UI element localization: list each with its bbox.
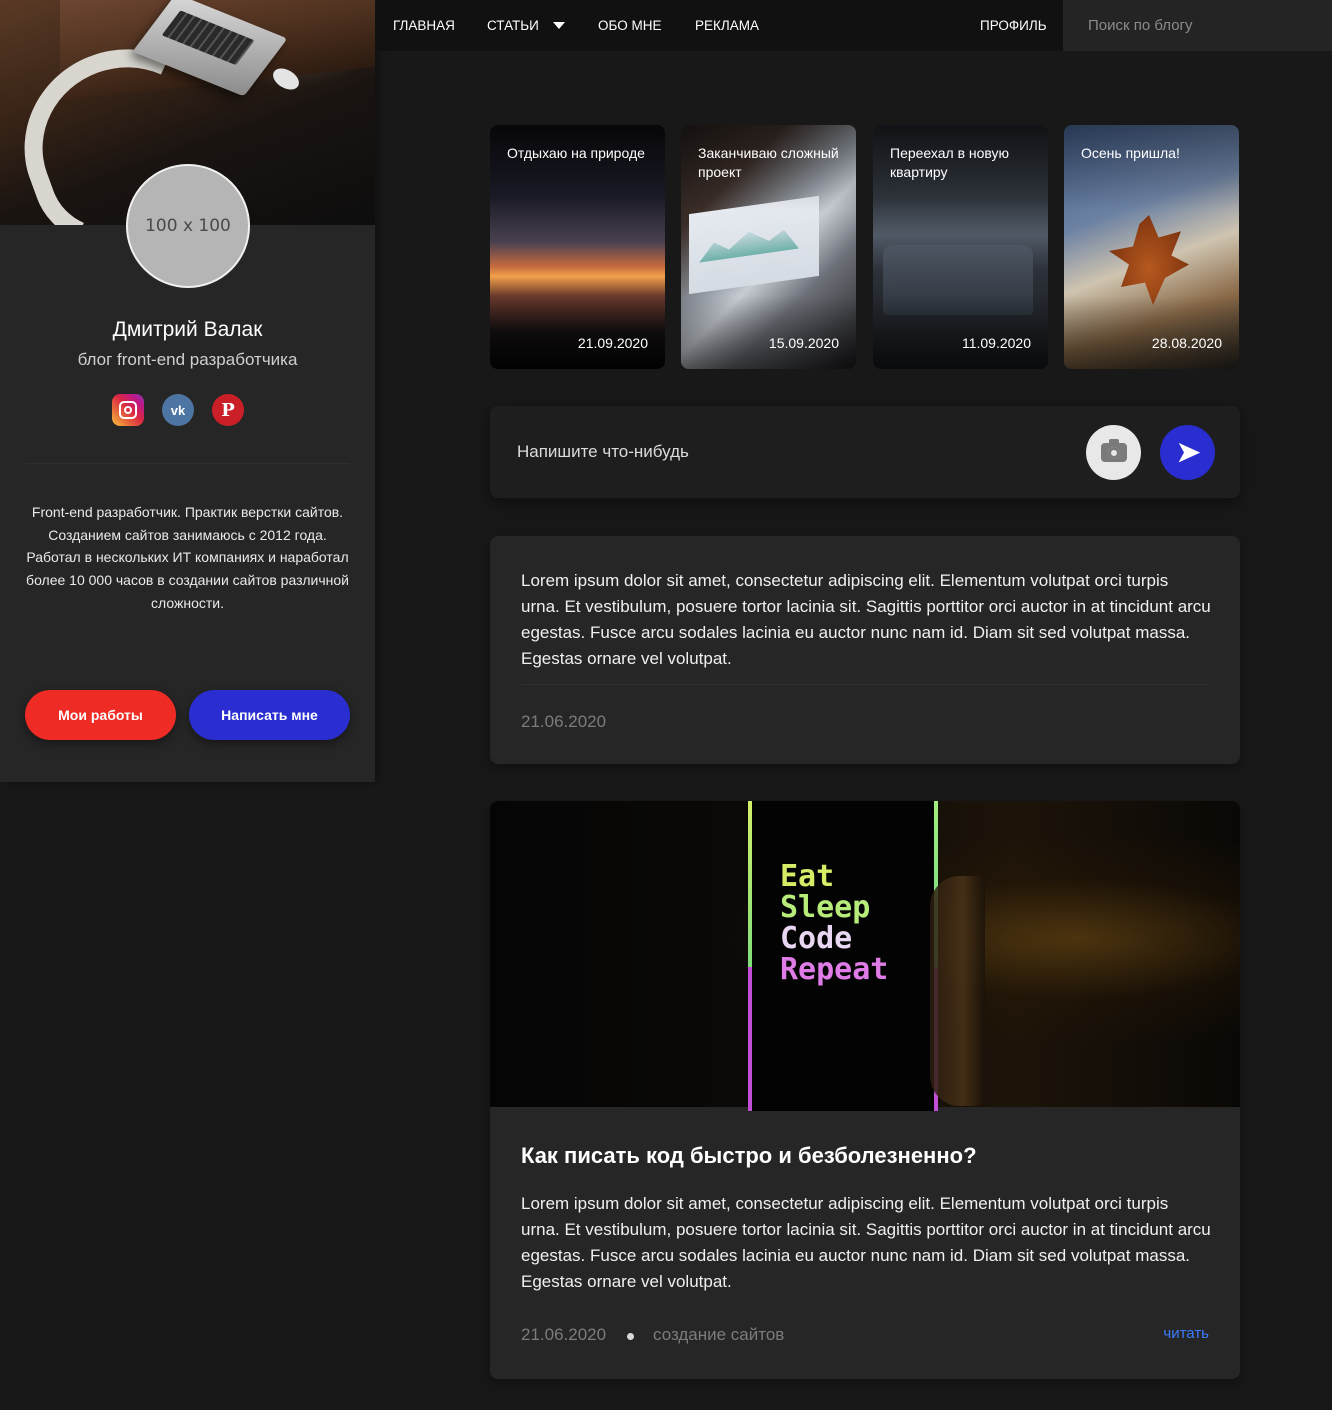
post-composer [490,406,1240,498]
social-links: vk P [112,394,247,426]
attach-photo-button[interactable] [1086,425,1141,480]
phone-text-line: Sleep [780,890,871,925]
story-date: 15.09.2020 [768,335,839,351]
story-title: Переехал в новую квартиру [890,145,1010,180]
post-card: Lorem ipsum dolor sit amet, consectetur … [490,536,1240,764]
phone-text-line: Repeat [780,952,889,987]
story-date: 21.09.2020 [577,335,648,351]
post-image: Eat Sleep Code Repeat [490,801,1240,1111]
instagram-camera-glyph [119,401,137,419]
nav-articles-label: СТАТЬИ [487,18,539,33]
phone-illustration: Eat Sleep Code Repeat [748,801,938,1111]
send-icon [1178,442,1201,463]
phone-text-line: Code [780,921,853,956]
post-divider [521,684,1209,685]
nav-articles[interactable]: СТАТЬИ [487,0,565,51]
story-date: 11.09.2020 [961,335,1031,351]
nav-profile[interactable]: ПРОФИЛЬ [980,0,1047,51]
post-title[interactable]: Как писать код быстро и безболезненно? [521,1143,1211,1169]
search-input[interactable] [1063,0,1332,51]
post-tag[interactable]: создание сайтов [653,1325,784,1345]
read-more-link[interactable]: читать [1163,1325,1209,1342]
story-card[interactable]: Осень пришла! 28.08.2020 [1064,125,1239,369]
profile-name: Дмитрий Валак [112,318,263,341]
nav-about[interactable]: ОБО МНЕ [598,0,661,51]
story-card[interactable]: Отдыхаю на природе 21.09.2020 [490,125,665,369]
write-me-button[interactable]: Написать мне [189,690,350,740]
camera-icon [1100,439,1127,462]
sidebar-divider [25,463,350,464]
caret-down-icon [552,22,565,29]
composer-input[interactable] [517,432,1057,472]
profile-subtitle: блог front-end разработчика [77,350,298,369]
story-title: Отдыхаю на природе [507,145,645,161]
vk-icon[interactable]: vk [162,394,194,426]
story-title: Заканчиваю сложный проект [698,145,839,180]
post-text: Lorem ipsum dolor sit amet, consectetur … [521,571,1211,668]
story-title: Осень пришла! [1081,145,1180,161]
pinterest-icon[interactable]: P [212,394,244,426]
post-date: 21.06.2020 [521,712,607,731]
nav-home[interactable]: ГЛАВНАЯ [393,0,455,51]
post-card: Eat Sleep Code Repeat Как писать код быс… [490,801,1240,1379]
story-date: 28.08.2020 [1151,335,1222,351]
avatar: 100 x 100 [126,164,250,288]
post-date: 21.06.2020 [521,1325,607,1344]
send-button[interactable] [1160,425,1215,480]
story-card[interactable]: Заканчиваю сложный проект 15.09.2020 [681,125,856,369]
hand-illustration [930,876,985,1106]
phone-text-line: Eat [780,859,835,894]
top-navigation: ГЛАВНАЯ СТАТЬИ ОБО МНЕ РЕКЛАМА ПРОФИЛЬ [375,0,1332,51]
sidebar: 100 x 100 Дмитрий Валак блог front-end р… [0,0,375,782]
nav-ads[interactable]: РЕКЛАМА [695,0,759,51]
story-card[interactable]: Переехал в новую квартиру 11.09.2020 [873,125,1048,369]
instagram-icon[interactable] [112,394,144,426]
post-text: Lorem ipsum dolor sit amet, consectetur … [521,1194,1211,1291]
my-works-button[interactable]: Мои работы [25,690,176,740]
bullet-separator [627,1333,634,1340]
about-text: Front-end разработчик. Практик верстки с… [26,504,349,611]
phone-screen-text: Eat Sleep Code Repeat [780,861,888,985]
